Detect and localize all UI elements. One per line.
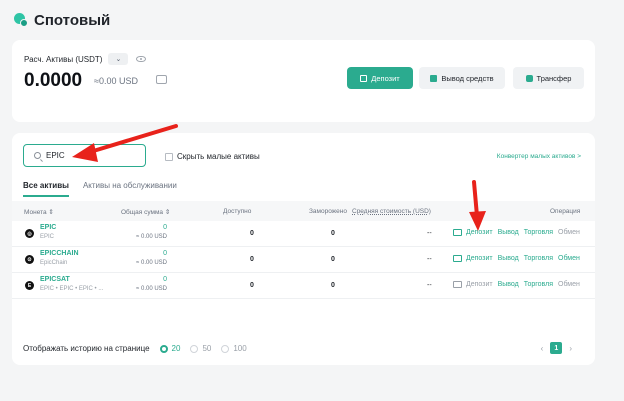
- page-size-radio-50[interactable]: [190, 344, 199, 353]
- op-withdraw[interactable]: Вывод: [498, 281, 519, 288]
- coin-full-name: EPIC • EPIC • EPIC • ...: [40, 286, 104, 292]
- hide-small-checkbox[interactable]: [165, 152, 173, 161]
- frozen-amount: 0: [331, 256, 335, 263]
- withdraw-button[interactable]: Вывод средств: [419, 67, 505, 89]
- avg-cost: --: [427, 256, 432, 263]
- total-amount: 0: [163, 224, 167, 231]
- next-page-icon[interactable]: ›: [569, 344, 572, 353]
- table-header: Монета ⇕ Общая сумма ⇕ Доступно Замороже…: [12, 201, 595, 221]
- op-trade[interactable]: Торговля: [524, 255, 553, 262]
- header-frozen: Заморожено: [309, 208, 347, 215]
- asset-tabs: Все активы Активы на обслуживании: [23, 181, 191, 197]
- deposit-icon[interactable]: [453, 281, 462, 288]
- search-input[interactable]: [46, 151, 136, 160]
- transfer-icon: [525, 74, 533, 82]
- available-amount: 0: [250, 256, 254, 263]
- currency-select[interactable]: ⌄: [108, 53, 129, 65]
- table-row: Ꙩ EPICCHAIN EpicChain 0 ≈ 0.00 USD 0 0 -…: [12, 247, 595, 273]
- page-size-option-100[interactable]: 100: [233, 344, 246, 353]
- header-available: Доступно: [223, 208, 252, 215]
- search-icon: [34, 152, 41, 159]
- op-trade[interactable]: Торговля: [524, 229, 553, 236]
- spot-logo-icon: [14, 13, 28, 27]
- deposit-label: Депозит: [371, 73, 400, 83]
- op-withdraw[interactable]: Вывод: [498, 229, 519, 236]
- deposit-icon: [360, 74, 368, 82]
- withdraw-label: Вывод средств: [441, 73, 494, 83]
- page-title: Спотовый: [34, 11, 111, 29]
- row-operations: Депозит Вывод Торговля Обмен: [453, 255, 585, 262]
- available-amount: 0: [250, 282, 254, 289]
- balance-card: Расч. Активы (USDT) ⌄ 0.0000 ≈0.00 USD Д…: [12, 40, 595, 122]
- total-amount: 0: [163, 276, 167, 283]
- epicsat-coin-icon: E: [25, 281, 34, 290]
- op-deposit[interactable]: Депозит: [466, 229, 493, 236]
- coin-symbol[interactable]: EPIC: [40, 224, 56, 231]
- epic-coin-icon: ◎: [25, 229, 34, 238]
- op-withdraw[interactable]: Вывод: [498, 255, 519, 262]
- withdraw-icon: [430, 74, 438, 82]
- page-size-radio-100[interactable]: [221, 344, 230, 353]
- deposit-icon[interactable]: [453, 255, 462, 262]
- table-row: ◎ EPIC EPIC 0 ≈ 0.00 USD 0 0 -- Депозит …: [12, 221, 595, 247]
- epicchain-coin-icon: Ꙩ: [25, 255, 34, 264]
- op-exchange[interactable]: Обмен: [558, 281, 580, 288]
- balance-value: 0.0000: [24, 70, 83, 91]
- deposit-icon[interactable]: [453, 229, 462, 236]
- prev-page-icon[interactable]: ‹: [541, 344, 544, 353]
- op-deposit[interactable]: Депозит: [466, 281, 493, 288]
- convert-small-link[interactable]: Конвертер малых активов >: [497, 153, 581, 160]
- hide-small-toggle[interactable]: Скрыть малые активы: [165, 152, 260, 161]
- coin-full-name: EPIC: [40, 234, 55, 240]
- total-usd: ≈ 0.00 USD: [136, 286, 167, 292]
- row-operations: Депозит Вывод Торговля Обмен: [453, 281, 585, 288]
- op-deposit[interactable]: Депозит: [466, 255, 493, 262]
- coin-full-name: EpicChain: [40, 260, 68, 266]
- balance-label: Расч. Активы (USDT): [24, 54, 103, 64]
- header-operation: Операция: [550, 208, 581, 215]
- current-page[interactable]: 1: [550, 342, 563, 354]
- op-exchange[interactable]: Обмен: [558, 229, 580, 236]
- header-total[interactable]: Общая сумма ⇕: [121, 208, 170, 216]
- transfer-button[interactable]: Трансфер: [513, 67, 584, 89]
- page-size-selector: Отображать историю на странице 20 50 100: [23, 344, 247, 353]
- deposit-button[interactable]: Депозит: [347, 67, 413, 89]
- balance-usd: ≈0.00 USD: [94, 76, 138, 86]
- search-box[interactable]: [23, 144, 146, 167]
- pagination: ‹ 1 ›: [534, 342, 579, 354]
- total-usd: ≈ 0.00 USD: [136, 260, 167, 266]
- hide-small-label: Скрыть малые активы: [177, 152, 260, 161]
- header-avg-cost[interactable]: Средняя стоимость (USD): [352, 208, 431, 215]
- page-size-radio-20[interactable]: [159, 344, 168, 353]
- wallet-icon[interactable]: [156, 75, 167, 84]
- tab-all-assets[interactable]: Все активы: [23, 181, 69, 197]
- avg-cost: --: [427, 282, 432, 289]
- coin-symbol[interactable]: EPICSAT: [40, 276, 70, 283]
- op-trade[interactable]: Торговля: [524, 281, 553, 288]
- page-size-option-50[interactable]: 50: [202, 344, 211, 353]
- op-exchange[interactable]: Обмен: [558, 255, 580, 262]
- tab-maintenance-assets[interactable]: Активы на обслуживании: [83, 181, 177, 197]
- avg-cost: --: [427, 230, 432, 237]
- frozen-amount: 0: [331, 282, 335, 289]
- page-header: Спотовый: [14, 10, 110, 30]
- coin-symbol[interactable]: EPICCHAIN: [40, 250, 79, 257]
- eye-icon[interactable]: [136, 56, 147, 62]
- balance-label-row: Расч. Активы (USDT) ⌄: [24, 53, 147, 65]
- frozen-amount: 0: [331, 230, 335, 237]
- total-usd: ≈ 0.00 USD: [136, 234, 167, 240]
- total-amount: 0: [163, 250, 167, 257]
- page-size-option-20[interactable]: 20: [172, 344, 181, 353]
- header-coin[interactable]: Монета ⇕: [24, 208, 54, 216]
- assets-card: Скрыть малые активы Конвертер малых акти…: [12, 133, 595, 365]
- available-amount: 0: [250, 230, 254, 237]
- row-operations: Депозит Вывод Торговля Обмен: [453, 229, 585, 236]
- table-row: E EPICSAT EPIC • EPIC • EPIC • ... 0 ≈ 0…: [12, 273, 595, 299]
- transfer-label: Трансфер: [536, 73, 572, 83]
- page-size-label: Отображать историю на странице: [23, 344, 150, 353]
